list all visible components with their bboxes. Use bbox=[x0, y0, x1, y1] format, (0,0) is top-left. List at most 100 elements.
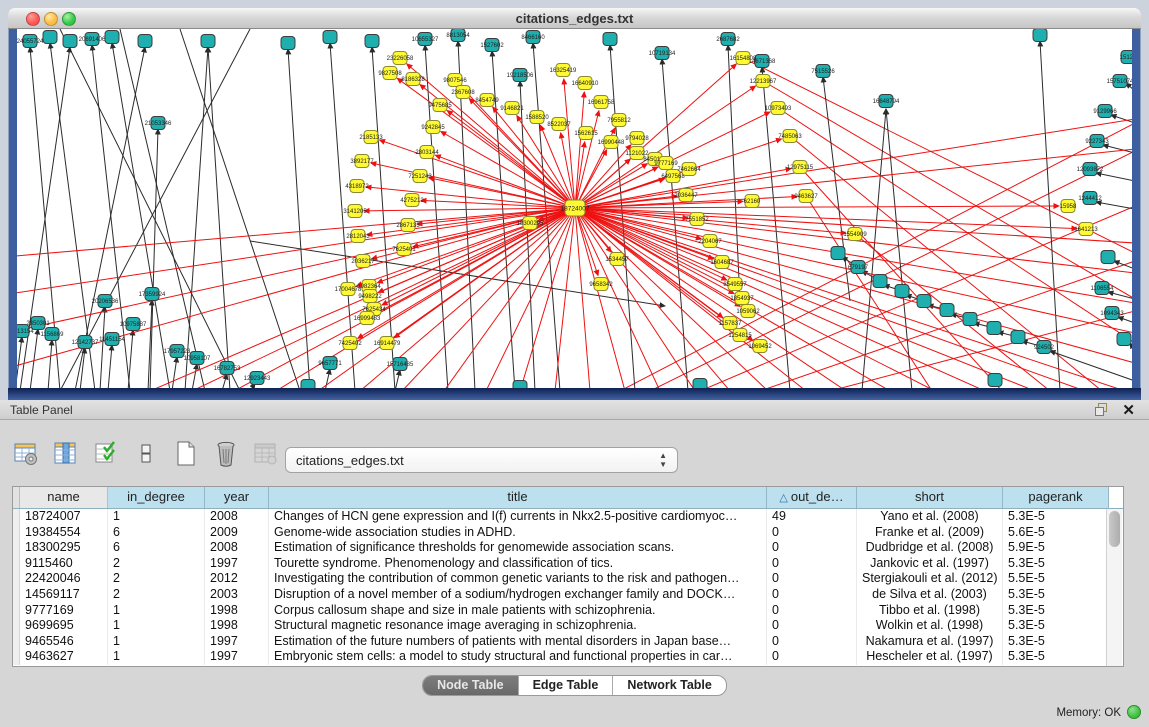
float-panel-icon[interactable] bbox=[1095, 403, 1109, 416]
svg-text:8454749: 8454749 bbox=[475, 98, 499, 104]
svg-text:15716485: 15716485 bbox=[387, 362, 414, 368]
column-header-pagerank[interactable]: pagerank bbox=[1003, 487, 1109, 508]
table-scrollbar[interactable] bbox=[1106, 509, 1122, 666]
svg-text:9658342: 9658342 bbox=[589, 282, 613, 288]
svg-text:16999483: 16999483 bbox=[354, 316, 381, 322]
column-header-title[interactable]: title bbox=[269, 487, 767, 508]
svg-text:8813054: 8813054 bbox=[446, 33, 470, 39]
network-graph[interactable]: 2405572420691406106553278813054152760284… bbox=[17, 29, 1132, 388]
svg-text:62160: 62160 bbox=[744, 199, 761, 205]
svg-text:1854937: 1854937 bbox=[730, 296, 754, 302]
new-table-icon[interactable] bbox=[172, 440, 200, 468]
svg-text:8466160: 8466160 bbox=[521, 35, 545, 41]
sort-ascending-icon: △ bbox=[779, 492, 787, 504]
svg-text:12213967: 12213967 bbox=[750, 79, 777, 85]
svg-text:24055724: 24055724 bbox=[17, 39, 44, 45]
tab-network-table[interactable]: Network Table bbox=[613, 676, 726, 695]
svg-text:9129966: 9129966 bbox=[1093, 109, 1117, 115]
table-panel-header: Table Panel ✕ bbox=[0, 400, 1149, 420]
tab-node-table[interactable]: Node Table bbox=[423, 676, 518, 695]
svg-text:8522037: 8522037 bbox=[547, 122, 571, 128]
svg-text:9777169: 9777169 bbox=[654, 161, 678, 167]
table-scrollbar-thumb[interactable] bbox=[1109, 511, 1120, 547]
svg-text:9657771: 9657771 bbox=[318, 361, 342, 367]
table-row[interactable]: 977716911998Corpus callosum shape and si… bbox=[13, 603, 1123, 619]
table-body: 1872400712008Changes of HCN gene express… bbox=[13, 509, 1123, 665]
svg-text:924502: 924502 bbox=[1034, 345, 1055, 351]
svg-text:4318972: 4318972 bbox=[345, 184, 369, 190]
svg-text:2367608: 2367608 bbox=[451, 90, 475, 96]
svg-text:1554909: 1554909 bbox=[843, 232, 867, 238]
svg-text:1604687: 1604687 bbox=[710, 260, 734, 266]
table-row[interactable]: 946554611997Estimation of the future num… bbox=[13, 634, 1123, 650]
svg-text:2185133: 2185133 bbox=[359, 135, 383, 141]
table-select-dropdown[interactable]: citations_edges.txt ▲▼ bbox=[285, 447, 678, 473]
svg-text:16782753: 16782753 bbox=[214, 366, 241, 372]
svg-text:1534457: 1534457 bbox=[605, 257, 629, 263]
status-bar: Memory: OK bbox=[0, 700, 1149, 727]
tab-edge-table[interactable]: Edge Table bbox=[519, 676, 614, 695]
svg-text:12142737: 12142737 bbox=[72, 340, 99, 346]
svg-text:10655327: 10655327 bbox=[412, 37, 439, 43]
table-row[interactable]: 911546021997Tourette syndrome. Phenomeno… bbox=[13, 556, 1123, 572]
column-header-short[interactable]: short bbox=[857, 487, 1003, 508]
table-settings-icon[interactable] bbox=[12, 440, 40, 468]
svg-text:6497568: 6497568 bbox=[661, 174, 685, 180]
network-canvas[interactable]: 2405572420691406106553278813054152760284… bbox=[17, 29, 1132, 388]
svg-text:23226058: 23226058 bbox=[387, 56, 414, 62]
svg-text:7462664: 7462664 bbox=[677, 167, 701, 173]
window-titlebar[interactable]: citations_edges.txt bbox=[8, 8, 1141, 29]
table-panel: Table Panel ✕ bbox=[0, 400, 1149, 727]
node-table: namein_degreeyeartitle△out_de…shortpager… bbox=[12, 486, 1124, 667]
close-panel-icon[interactable]: ✕ bbox=[1122, 401, 1135, 419]
table-row[interactable]: 1872400712008Changes of HCN gene express… bbox=[13, 509, 1123, 525]
svg-text:1157837: 1157837 bbox=[719, 321, 743, 327]
column-header-in_degree[interactable]: in_degree bbox=[108, 487, 205, 508]
svg-text:7551852: 7551852 bbox=[685, 217, 709, 223]
svg-text:1244412: 1244412 bbox=[1078, 196, 1102, 202]
column-header-out_de[interactable]: △out_de… bbox=[767, 487, 857, 508]
dropdown-stepper-icon: ▲▼ bbox=[659, 451, 667, 469]
svg-text:16154808: 16154808 bbox=[730, 56, 757, 62]
select-column-icon[interactable] bbox=[52, 440, 80, 468]
svg-text:20206536: 20206536 bbox=[92, 299, 119, 305]
table-row[interactable]: 1938455462009Genome-wide association stu… bbox=[13, 525, 1123, 541]
column-header-year[interactable]: year bbox=[205, 487, 269, 508]
svg-text:7515526: 7515526 bbox=[811, 69, 835, 75]
svg-text:21053346: 21053346 bbox=[145, 121, 172, 127]
svg-text:15121: 15121 bbox=[1120, 55, 1132, 61]
table-row[interactable]: 1830029562008Estimation of significance … bbox=[13, 540, 1123, 556]
table-row[interactable]: 946362711997Embryonic stem cells: a mode… bbox=[13, 649, 1123, 665]
svg-text:17957223: 17957223 bbox=[164, 349, 191, 355]
svg-text:7955812: 7955812 bbox=[607, 118, 631, 124]
column-header-name[interactable]: name bbox=[20, 487, 108, 508]
svg-text:679197: 679197 bbox=[848, 265, 869, 271]
memory-status-icon[interactable] bbox=[1127, 705, 1141, 719]
svg-text:10975887: 10975887 bbox=[120, 322, 147, 328]
svg-text:10958107: 10958107 bbox=[184, 356, 211, 362]
svg-text:11451154: 11451154 bbox=[99, 337, 125, 343]
svg-text:9227343: 9227343 bbox=[1085, 139, 1109, 145]
svg-text:1527602: 1527602 bbox=[480, 43, 504, 49]
svg-text:2036217: 2036217 bbox=[351, 259, 375, 265]
window-title: citations_edges.txt bbox=[8, 11, 1141, 26]
table-row[interactable]: 2242004622012Investigating the contribut… bbox=[13, 571, 1123, 587]
svg-text:2036447: 2036447 bbox=[674, 193, 698, 199]
table-row[interactable]: 1456911722003Disruption of a novel membe… bbox=[13, 587, 1123, 603]
svg-text:7251243: 7251243 bbox=[408, 174, 432, 180]
svg-text:9794028: 9794028 bbox=[625, 136, 649, 142]
svg-text:12923443: 12923443 bbox=[244, 376, 271, 382]
svg-text:1641213: 1641213 bbox=[1074, 227, 1098, 233]
row-chooser-icon[interactable] bbox=[132, 440, 160, 468]
svg-text:1106554: 1106554 bbox=[1091, 286, 1115, 292]
svg-text:3913154: 3913154 bbox=[17, 329, 34, 335]
svg-text:16640910: 16640910 bbox=[572, 81, 599, 87]
delete-table-icon[interactable] bbox=[212, 440, 240, 468]
svg-text:9498222: 9498222 bbox=[358, 294, 382, 300]
svg-text:2812043: 2812043 bbox=[346, 234, 370, 240]
table-toolbar: f(x) bbox=[12, 436, 320, 472]
table-row[interactable]: 969969511998Structural magnetic resonanc… bbox=[13, 618, 1123, 634]
svg-text:9146821: 9146821 bbox=[500, 106, 524, 112]
edit-table-icon[interactable] bbox=[92, 440, 120, 468]
svg-text:3892177: 3892177 bbox=[350, 159, 374, 165]
